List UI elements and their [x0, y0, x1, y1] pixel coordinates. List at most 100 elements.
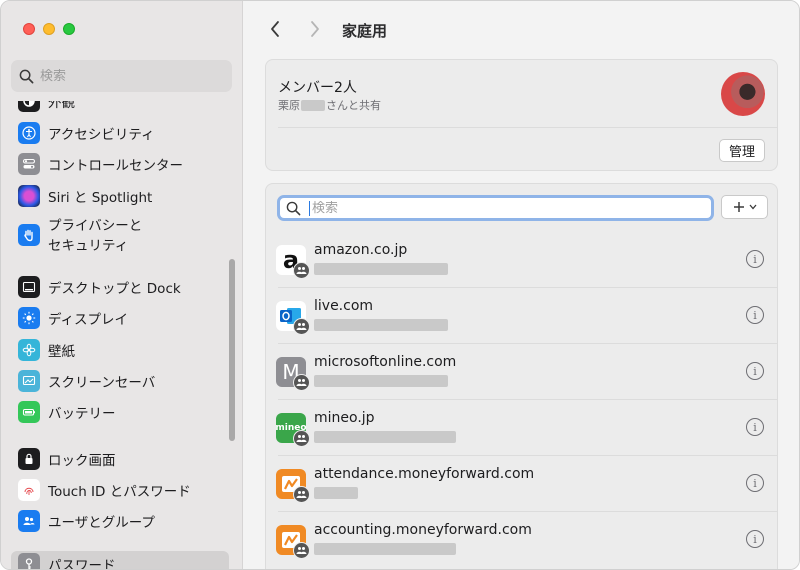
- chevron-left-icon: [271, 21, 279, 37]
- sidebar-item-label: アクセシビリティ: [48, 127, 155, 143]
- info-icon[interactable]: i: [746, 250, 764, 268]
- shared-with: 栗原 さんと共有: [278, 97, 381, 113]
- redacted-account: [314, 487, 358, 499]
- redacted-account: [314, 375, 448, 387]
- sidebar: 外観 アクセシビリティ コントロールセンター Siri と Spotlight: [1, 1, 243, 570]
- shared-suffix: さんと共有: [326, 99, 381, 112]
- users-icon: [18, 510, 40, 532]
- group-card: メンバー2人 栗原 さんと共有 管理: [265, 59, 778, 171]
- password-search-input[interactable]: [309, 200, 689, 216]
- sidebar-item-passwords[interactable]: パスワード: [11, 551, 229, 570]
- battery-icon: [18, 401, 40, 423]
- search-icon: [286, 201, 301, 215]
- site-name: microsoftonline.com: [314, 354, 457, 370]
- sidebar-scrollbar[interactable]: [229, 259, 235, 441]
- password-search[interactable]: [277, 195, 714, 221]
- info-icon[interactable]: i: [746, 418, 764, 436]
- password-row-accounting-moneyforward[interactable]: accounting.moneyforward.com i: [266, 512, 777, 568]
- sidebar-item-label: Siri と Spotlight: [48, 190, 153, 206]
- sidebar-item-battery[interactable]: バッテリー: [11, 400, 229, 424]
- accessibility-icon: [18, 122, 40, 144]
- divider: [278, 127, 777, 128]
- sidebar-item-privacy-security[interactable]: プライバシーと セキュリティ: [11, 216, 229, 258]
- window-controls: [23, 23, 75, 35]
- sidebar-item-desktop-dock[interactable]: デスクトップと Dock: [11, 275, 229, 299]
- shared-badge-icon: [293, 262, 310, 279]
- siri-icon: [18, 185, 40, 207]
- appearance-icon: [18, 101, 40, 112]
- sidebar-item-label: 壁紙: [48, 344, 75, 360]
- sidebar-item-displays[interactable]: ディスプレイ: [11, 306, 229, 330]
- sidebar-search-input[interactable]: [40, 68, 220, 84]
- sidebar-item-users-groups[interactable]: ユーザとグループ: [11, 509, 229, 533]
- sun-icon: [18, 307, 40, 329]
- site-name: accounting.moneyforward.com: [314, 522, 532, 538]
- sidebar-item-touch-id[interactable]: Touch ID とパスワード: [11, 478, 229, 502]
- sidebar-item-appearance[interactable]: 外観: [11, 101, 229, 112]
- sidebar-item-label: デスクトップと Dock: [48, 281, 181, 297]
- search-icon: [19, 69, 34, 83]
- sidebar-list: 外観 アクセシビリティ コントロールセンター Siri と Spotlight: [1, 101, 243, 570]
- info-icon[interactable]: i: [746, 530, 764, 548]
- sidebar-item-screensaver[interactable]: スクリーンセーバ: [11, 369, 229, 393]
- flower-icon: [18, 339, 40, 361]
- sidebar-search[interactable]: [11, 60, 232, 92]
- password-row-microsoftonline[interactable]: M microsoftonline.com i: [266, 344, 777, 400]
- sidebar-item-label: プライバシーと: [48, 218, 143, 234]
- redacted-name: [301, 99, 325, 111]
- fingerprint-icon: [18, 479, 40, 501]
- chevron-down-icon: [749, 204, 756, 210]
- plus-icon: [733, 202, 744, 212]
- sidebar-item-label: 外観: [48, 101, 75, 111]
- sidebar-item-wallpaper[interactable]: 壁紙: [11, 338, 229, 362]
- sidebar-item-label-group: プライバシーと セキュリティ: [48, 216, 142, 256]
- control-center-icon: [18, 153, 40, 175]
- sidebar-item-label: バッテリー: [48, 406, 116, 422]
- sidebar-item-siri-spotlight[interactable]: Siri と Spotlight: [11, 184, 229, 208]
- add-password-button[interactable]: [721, 195, 768, 219]
- info-icon[interactable]: i: [746, 474, 764, 492]
- sidebar-item-lock-screen[interactable]: ロック画面: [11, 447, 229, 471]
- site-name: amazon.co.jp: [314, 242, 408, 258]
- shared-badge-icon: [293, 430, 310, 447]
- screensaver-icon: [18, 370, 40, 392]
- page-title: 家庭用: [342, 22, 388, 40]
- password-row-amazon[interactable]: a amazon.co.jp i: [266, 232, 777, 288]
- content-pane: 家庭用 メンバー2人 栗原 さんと共有 管理 検索 a amazon.co.jp…: [244, 1, 799, 569]
- sidebar-item-accessibility[interactable]: アクセシビリティ: [11, 121, 229, 145]
- info-icon[interactable]: i: [746, 362, 764, 380]
- minimize-button[interactable]: [43, 23, 55, 35]
- shared-prefix: 栗原: [278, 99, 300, 112]
- sidebar-item-label: ロック画面: [48, 453, 116, 469]
- site-name: mineo.jp: [314, 410, 375, 426]
- redacted-account: [314, 431, 456, 443]
- password-row-live[interactable]: live.com i: [266, 288, 777, 344]
- shared-badge-icon: [293, 374, 310, 391]
- avatar: [721, 72, 765, 116]
- redacted-account: [314, 263, 448, 275]
- close-button[interactable]: [23, 23, 35, 35]
- sidebar-item-label: コントロールセンター: [48, 158, 183, 174]
- dock-icon: [18, 276, 40, 298]
- password-row-mineo[interactable]: mineo mineo.jp i: [266, 400, 777, 456]
- password-row-attendance-moneyforward[interactable]: attendance.moneyforward.com i: [266, 456, 777, 512]
- sidebar-item-label: パスワード: [48, 558, 116, 570]
- site-name: live.com: [314, 298, 374, 314]
- shared-badge-icon: [293, 542, 310, 559]
- settings-window: 外観 アクセシビリティ コントロールセンター Siri と Spotlight: [0, 0, 800, 570]
- chevron-right-icon: [311, 21, 319, 37]
- key-icon: [18, 553, 40, 569]
- manage-button[interactable]: 管理: [719, 139, 765, 162]
- forward-button[interactable]: [304, 18, 326, 40]
- zoom-button[interactable]: [63, 23, 75, 35]
- sidebar-item-control-center[interactable]: コントロールセンター: [11, 152, 229, 176]
- site-name: attendance.moneyforward.com: [314, 466, 535, 482]
- shared-badge-icon: [293, 318, 310, 335]
- back-button[interactable]: [264, 18, 286, 40]
- sidebar-item-label: セキュリティ: [48, 238, 129, 254]
- hand-icon: [18, 224, 40, 246]
- info-icon[interactable]: i: [746, 306, 764, 324]
- shared-badge-icon: [293, 486, 310, 503]
- redacted-account: [314, 543, 456, 555]
- sidebar-item-label: ディスプレイ: [48, 312, 129, 328]
